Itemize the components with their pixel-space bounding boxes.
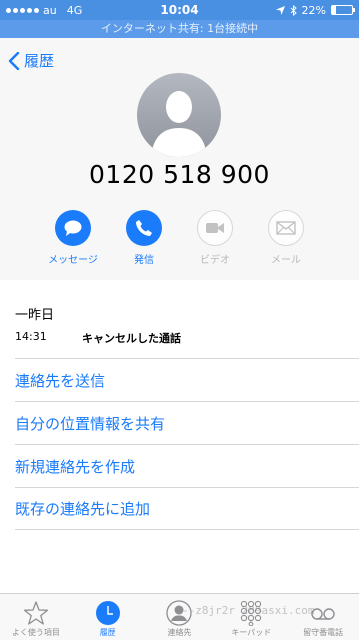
- tab-recents[interactable]: 履歴: [72, 594, 144, 640]
- location-icon: [275, 5, 285, 15]
- mail-action[interactable]: メール: [251, 210, 322, 266]
- history-time: 14:31: [15, 330, 47, 343]
- status-time: 10:04: [160, 3, 199, 17]
- tab-keypad-label: キーパッド: [231, 628, 272, 637]
- message-icon: [55, 210, 91, 246]
- tab-voicemail-label: 留守番電話: [303, 628, 344, 637]
- avatar: [137, 73, 221, 157]
- call-action[interactable]: 発信: [109, 210, 180, 266]
- status-bar: au 4G 10:04 22%: [0, 0, 359, 20]
- video-action[interactable]: ビデオ: [180, 210, 251, 266]
- chevron-left-icon: [8, 51, 20, 70]
- tab-favorites[interactable]: よく使う項目: [0, 594, 72, 640]
- message-action-label: メッセージ: [48, 255, 98, 266]
- back-button-label: 履歴: [24, 52, 55, 70]
- message-action[interactable]: メッセージ: [38, 210, 109, 266]
- mail-action-label: メール: [271, 255, 301, 266]
- status-left: au 4G: [6, 4, 126, 17]
- star-icon: [23, 600, 49, 626]
- status-right: 22%: [233, 3, 355, 17]
- send-contact-option[interactable]: 連絡先を送信: [15, 358, 359, 401]
- tab-voicemail[interactable]: 留守番電話: [287, 594, 359, 640]
- video-action-label: ビデオ: [200, 255, 230, 266]
- tab-favorites-label: よく使う項目: [11, 628, 60, 637]
- phone-number: 0120 518 900: [89, 160, 270, 189]
- share-location-option[interactable]: 自分の位置情報を共有: [15, 401, 359, 444]
- phone-icon: [126, 210, 162, 246]
- battery-icon: [331, 5, 355, 15]
- person-silhouette-icon: [151, 91, 207, 157]
- battery-percent: 22%: [301, 3, 326, 17]
- option-list: 連絡先を送信 自分の位置情報を共有 新規連絡先を作成 既存の連絡先に追加: [0, 358, 359, 530]
- bluetooth-icon: [290, 4, 297, 16]
- tab-recents-label: 履歴: [99, 628, 116, 637]
- back-button[interactable]: 履歴: [8, 50, 54, 71]
- history-status: キャンセルした通話: [82, 332, 181, 345]
- action-row: メッセージ 発信 ビデオ メール: [0, 210, 359, 266]
- tab-contacts[interactable]: 連絡先: [144, 594, 216, 640]
- clock-icon: [95, 600, 121, 626]
- history-date: 一昨日: [15, 308, 55, 323]
- video-icon: [197, 210, 233, 246]
- signal-strength-icon: [6, 7, 39, 13]
- call-action-label: 発信: [134, 255, 154, 266]
- mail-icon: [268, 210, 304, 246]
- contact-header: 履歴 0120 518 900 メッセージ 発信 ビデオ メール: [0, 38, 359, 280]
- create-contact-option[interactable]: 新規連絡先を作成: [15, 444, 359, 487]
- network-label: 4G: [66, 3, 83, 17]
- hotspot-banner[interactable]: インターネット共有: 1台接続中: [0, 20, 359, 38]
- watermark-text: --z8jr2r 289asxi.com: [182, 604, 315, 617]
- tab-keypad[interactable]: キーパッド: [215, 594, 287, 640]
- tab-contacts-label: 連絡先: [167, 628, 192, 637]
- carrier-label: au: [43, 3, 57, 17]
- add-to-existing-option[interactable]: 既存の連絡先に追加: [15, 487, 359, 530]
